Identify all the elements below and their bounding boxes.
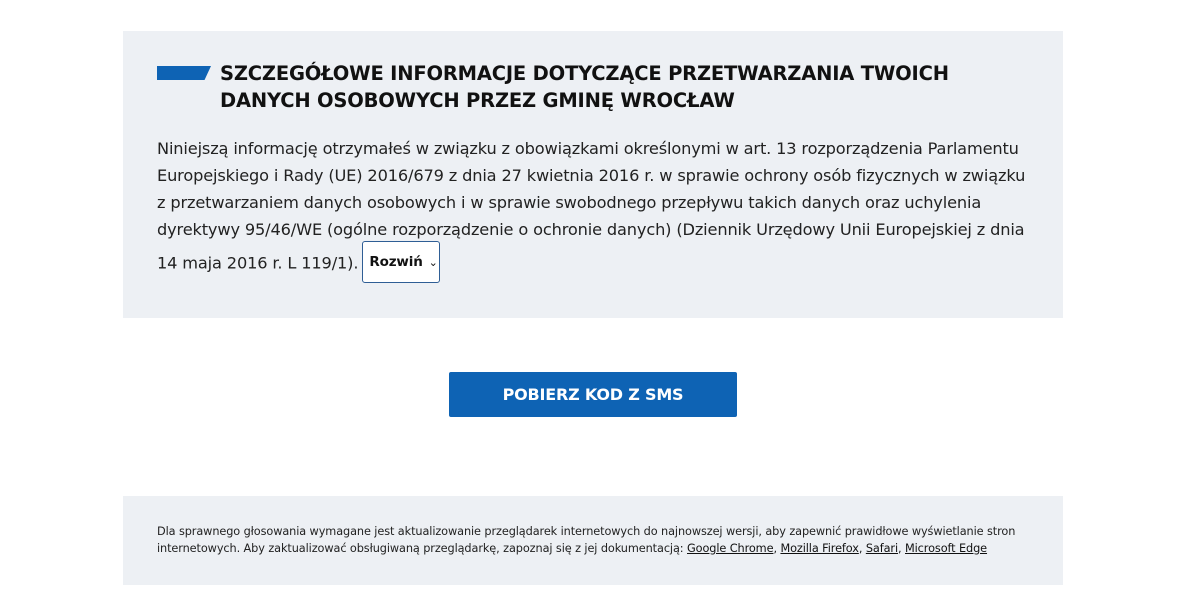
heading-accent-bar: [157, 66, 211, 80]
link-microsoft-edge[interactable]: Microsoft Edge: [905, 542, 987, 555]
link-safari[interactable]: Safari: [866, 542, 898, 555]
get-sms-code-button[interactable]: POBIERZ KOD Z SMS: [449, 372, 737, 417]
privacy-info-title: SZCZEGÓŁOWE INFORMACJE DOTYCZĄCE PRZETWA…: [220, 62, 949, 112]
privacy-info-text: Niniejszą informację otrzymałeś w związk…: [157, 139, 1026, 273]
page: SZCZEGÓŁOWE INFORMACJE DOTYCZĄCE PRZETWA…: [0, 0, 1200, 614]
privacy-info-panel: SZCZEGÓŁOWE INFORMACJE DOTYCZĄCE PRZETWA…: [123, 31, 1063, 318]
browser-notice-panel: Dla sprawnego głosowania wymagane jest a…: [123, 496, 1063, 585]
expand-label: Rozwiń: [369, 253, 423, 270]
expand-select[interactable]: Rozwiń ⌄: [362, 241, 441, 283]
link-separator: ,: [898, 542, 905, 555]
privacy-info-body: Niniejszą informację otrzymałeś w związk…: [157, 135, 1037, 285]
link-mozilla-firefox[interactable]: Mozilla Firefox: [780, 542, 859, 555]
browser-notice-text: Dla sprawnego głosowania wymagane jest a…: [157, 523, 1037, 557]
link-google-chrome[interactable]: Google Chrome: [687, 542, 774, 555]
chevron-down-icon: ⌄: [428, 255, 438, 269]
link-separator: ,: [858, 542, 866, 555]
